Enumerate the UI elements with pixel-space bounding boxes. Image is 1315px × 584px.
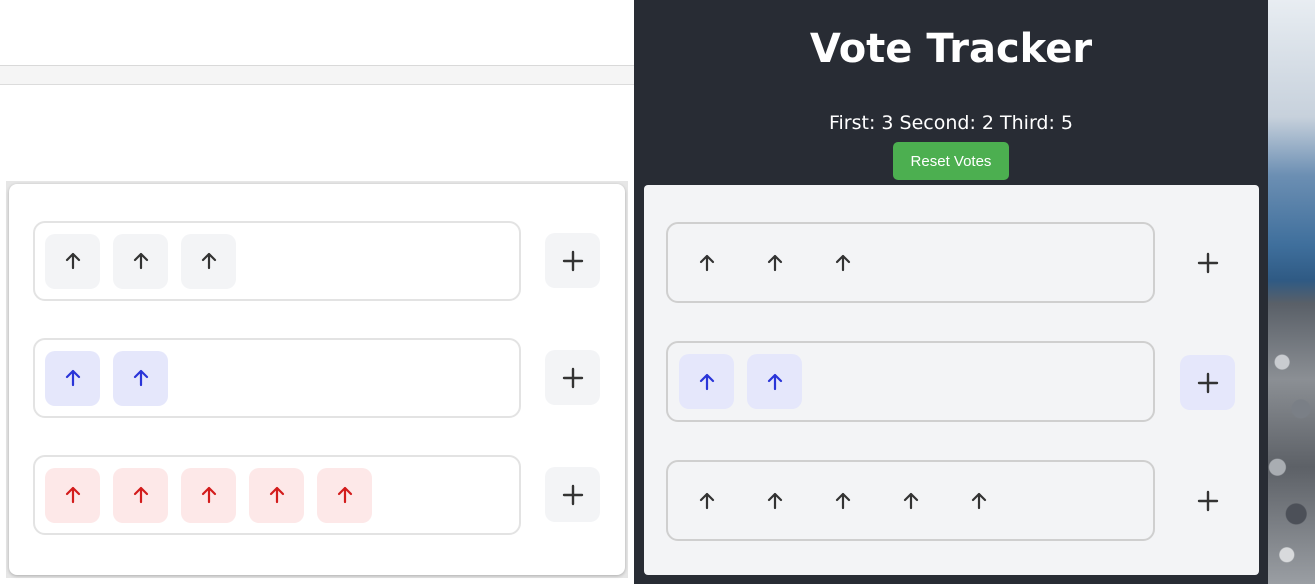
arrow-up-icon: [699, 492, 714, 509]
first-add-button[interactable]: [1180, 235, 1235, 290]
first-vote-arrow[interactable]: [747, 235, 802, 290]
second-vote-row: [666, 341, 1155, 422]
third-vote-arrow[interactable]: [249, 467, 304, 523]
arrow-up-icon: [767, 254, 782, 271]
arrow-up-icon: [835, 254, 850, 271]
plus-icon: [562, 484, 583, 505]
plus-icon: [1197, 372, 1218, 393]
third-vote-arrow[interactable]: [747, 473, 802, 528]
third-add-button[interactable]: [1180, 473, 1235, 528]
left-page: [0, 0, 634, 584]
arrow-up-icon: [65, 486, 80, 504]
arrow-up-icon: [133, 252, 148, 270]
vote-tracker-panel: Vote Tracker First: 3 Second: 2 Third: 5…: [634, 0, 1268, 584]
arrow-up-icon: [65, 252, 80, 270]
reset-votes-button[interactable]: Reset Votes: [893, 142, 1009, 180]
vote-counts: First: 3 Second: 2 Third: 5: [828, 112, 1074, 134]
first-vote-arrow[interactable]: [181, 233, 236, 289]
third-vote-arrow[interactable]: [317, 467, 372, 523]
second-vote-arrow[interactable]: [45, 350, 100, 406]
first-vote-row: [666, 222, 1155, 303]
arrow-up-icon: [133, 369, 148, 387]
third-vote-arrow[interactable]: [113, 467, 168, 523]
third-vote-row: [33, 455, 521, 535]
left-vote-card: [9, 184, 625, 575]
plus-icon: [562, 250, 583, 271]
first-vote-row: [33, 221, 521, 301]
second-vote-arrow[interactable]: [679, 354, 734, 409]
plus-icon: [1197, 252, 1218, 273]
arrow-up-icon: [65, 369, 80, 387]
arrow-up-icon: [767, 373, 782, 390]
third-vote-arrow[interactable]: [883, 473, 938, 528]
first-vote-arrow[interactable]: [113, 233, 168, 289]
arrow-up-icon: [699, 254, 714, 271]
second-add-button[interactable]: [545, 350, 600, 405]
second-vote-row: [33, 338, 521, 418]
third-vote-arrow[interactable]: [679, 473, 734, 528]
third-vote-arrow[interactable]: [45, 467, 100, 523]
tracker-vote-card: [644, 185, 1259, 575]
arrow-up-icon: [269, 486, 284, 504]
second-vote-arrow[interactable]: [113, 350, 168, 406]
browser-top-bar: [0, 0, 634, 66]
second-vote-arrow[interactable]: [747, 354, 802, 409]
plus-icon: [562, 367, 583, 388]
first-vote-arrow[interactable]: [815, 235, 870, 290]
third-vote-arrow[interactable]: [181, 467, 236, 523]
arrow-up-icon: [201, 252, 216, 270]
third-vote-arrow[interactable]: [815, 473, 870, 528]
page-title: Vote Tracker: [809, 26, 1093, 72]
arrow-up-icon: [903, 492, 918, 509]
third-add-button[interactable]: [545, 467, 600, 522]
third-vote-arrow[interactable]: [951, 473, 1006, 528]
third-vote-row: [666, 460, 1155, 541]
first-vote-arrow[interactable]: [679, 235, 734, 290]
plus-icon: [1197, 490, 1218, 511]
browser-strip: [0, 66, 634, 85]
second-add-button[interactable]: [1180, 355, 1235, 410]
first-vote-arrow[interactable]: [45, 233, 100, 289]
left-vote-frame: [6, 181, 628, 578]
arrow-up-icon: [835, 492, 850, 509]
arrow-up-icon: [133, 486, 148, 504]
arrow-up-icon: [201, 486, 216, 504]
arrow-up-icon: [971, 492, 986, 509]
first-add-button[interactable]: [545, 233, 600, 288]
background-photo: [1268, 0, 1315, 584]
arrow-up-icon: [767, 492, 782, 509]
arrow-up-icon: [699, 373, 714, 390]
arrow-up-icon: [337, 486, 352, 504]
